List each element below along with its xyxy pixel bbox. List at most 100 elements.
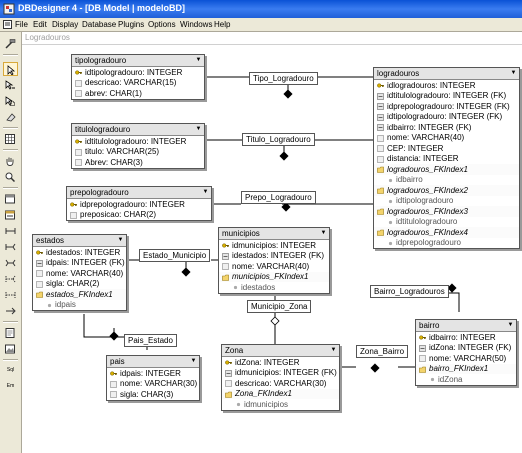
column-row[interactable]: nome: VARCHAR(40) — [374, 133, 519, 144]
column-row[interactable]: preposicao: CHAR(2) — [67, 210, 211, 221]
relation-label-prepo-logradouro[interactable]: Prepo_Logradouro — [241, 191, 316, 204]
menu-display[interactable]: Display — [52, 20, 78, 29]
menu-plugins[interactable]: Plugins — [118, 20, 144, 29]
column-row[interactable]: idtitulologradouro: INTEGER (FK) — [374, 91, 519, 102]
column-row[interactable]: abrev: CHAR(1) — [72, 88, 204, 99]
table-header[interactable]: Zona ▼ — [222, 345, 339, 357]
table-header[interactable]: municipios ▼ — [219, 228, 329, 240]
column-row[interactable]: sigla: CHAR(2) — [33, 279, 126, 290]
relation-1-1-sub-icon[interactable] — [3, 288, 18, 302]
column-row[interactable]: idlogradouros: INTEGER — [374, 80, 519, 91]
column-row[interactable]: nome: VARCHAR(30) — [107, 379, 199, 390]
column-row[interactable]: idmunicipios: INTEGER — [219, 240, 329, 251]
table-header[interactable]: titulologradouro ▼ — [72, 124, 204, 136]
column-row[interactable]: idtipologradouro: INTEGER — [72, 67, 204, 78]
column-row[interactable]: idestados: INTEGER — [33, 247, 126, 258]
column-row[interactable]: nome: VARCHAR(40) — [33, 268, 126, 279]
relation-n-m-icon[interactable] — [3, 256, 18, 270]
column-row[interactable]: idtitulologradouro: INTEGER — [72, 136, 204, 147]
relation-label-zona-bairro[interactable]: Zona_Bairro — [356, 345, 409, 358]
relation-label-titulo-logradouro[interactable]: Titulo_Logradouro — [242, 133, 315, 146]
index-column-row[interactable]: idpais — [33, 300, 126, 311]
relation-arrow-icon[interactable] — [3, 304, 18, 318]
dictionary-button[interactable]: Em — [3, 380, 18, 394]
collapse-toggle-icon[interactable]: ▼ — [330, 347, 337, 353]
pointer-icon[interactable] — [3, 62, 18, 76]
model-canvas[interactable]: Logradouros Tipo_Logradouro Titulo_Logra… — [22, 32, 522, 453]
hammer-icon[interactable] — [3, 37, 18, 51]
column-row[interactable]: idZona: INTEGER (FK) — [416, 343, 516, 354]
column-row[interactable]: idpais: INTEGER (FK) — [33, 258, 126, 269]
table-estados[interactable]: estados ▼ idestados: INTEGER idpais: INTEGE… — [32, 234, 127, 311]
index-row[interactable]: bairro_FKIndex1 — [416, 363, 516, 374]
relation-1-1-icon[interactable] — [3, 224, 18, 238]
table-header[interactable]: bairro ▼ — [416, 320, 516, 332]
grid-icon[interactable] — [3, 132, 18, 146]
table-pais[interactable]: pais ▼ idpais: INTEGER nome: VARCHAR(30) sig… — [106, 355, 200, 401]
column-row[interactable]: CEP: INTEGER — [374, 143, 519, 154]
index-row[interactable]: municipios_FKIndex1 — [219, 271, 329, 282]
index-row[interactable]: estados_FKIndex1 — [33, 289, 126, 300]
table-header[interactable]: estados ▼ — [33, 235, 126, 247]
column-row[interactable]: descricao: VARCHAR(30) — [222, 378, 339, 389]
note-icon[interactable] — [3, 326, 18, 340]
table-titulologradouro[interactable]: titulologradouro ▼ idtitulologradouro: INT… — [71, 123, 205, 169]
document-icon[interactable] — [3, 20, 12, 29]
column-row[interactable]: idZona: INTEGER — [222, 357, 339, 368]
table-zona[interactable]: Zona ▼ idZona: INTEGER idmunicipios: INTEGE… — [221, 344, 340, 411]
column-row[interactable]: nome: VARCHAR(50) — [416, 353, 516, 364]
menu-windows[interactable]: Windows — [180, 20, 212, 29]
index-column-row[interactable]: idestados — [219, 282, 329, 293]
index-column-row[interactable]: idmunicipios — [222, 399, 339, 410]
collapse-toggle-icon[interactable]: ▼ — [195, 57, 202, 63]
index-column-row[interactable]: idbairro — [374, 175, 519, 186]
relation-label-estado-municipio[interactable]: Estado_Municipio — [139, 249, 211, 262]
index-row[interactable]: logradouros_FKIndex1 — [374, 164, 519, 175]
relation-label-bairro-logradouros[interactable]: Bairro_Logradouros — [370, 285, 449, 298]
column-row[interactable]: sigla: CHAR(3) — [107, 389, 199, 400]
relation-1-n-sub-icon[interactable] — [3, 272, 18, 286]
table-municipios[interactable]: municipios ▼ idmunicipios: INTEGER idestado… — [218, 227, 330, 294]
table-header[interactable]: prepologradouro ▼ — [67, 187, 211, 199]
column-row[interactable]: idtipologradouro: INTEGER (FK) — [374, 112, 519, 123]
table-header[interactable]: logradouros ▼ — [374, 68, 519, 80]
column-row[interactable]: idmunicipios: INTEGER (FK) — [222, 368, 339, 379]
select-area-icon[interactable] — [3, 94, 18, 108]
collapse-toggle-icon[interactable]: ▼ — [117, 237, 124, 243]
collapse-toggle-icon[interactable]: ▼ — [320, 230, 327, 236]
hand-icon[interactable] — [3, 154, 18, 168]
relation-label-municipio-zona[interactable]: Municipio_Zona — [247, 300, 312, 313]
table-tipologradouro[interactable]: tipologradouro ▼ idtipologradouro: INTEGER… — [71, 54, 205, 100]
collapse-toggle-icon[interactable]: ▼ — [507, 322, 514, 328]
index-row[interactable]: Zona_FKIndex1 — [222, 388, 339, 399]
table-prepologradouro[interactable]: prepologradouro ▼ idprepologradouro: INTEG… — [66, 186, 212, 221]
index-row[interactable]: logradouros_FKIndex4 — [374, 227, 519, 238]
table-header[interactable]: tipologradouro ▼ — [72, 55, 204, 67]
move-icon[interactable] — [3, 78, 18, 92]
index-row[interactable]: logradouros_FKIndex3 — [374, 206, 519, 217]
index-column-row[interactable]: idZona — [416, 374, 516, 385]
column-row[interactable]: distancia: INTEGER — [374, 154, 519, 165]
index-column-row[interactable]: idprepologradouro — [374, 238, 519, 249]
menu-options[interactable]: Options — [148, 20, 176, 29]
column-row[interactable]: descricao: VARCHAR(15) — [72, 78, 204, 89]
column-row[interactable]: titulo: VARCHAR(25) — [72, 147, 204, 158]
collapse-toggle-icon[interactable]: ▼ — [510, 70, 517, 76]
eraser-icon[interactable] — [3, 110, 18, 124]
column-row[interactable]: nome: VARCHAR(40) — [219, 261, 329, 272]
column-row[interactable]: idpais: INTEGER — [107, 368, 199, 379]
table-icon[interactable] — [3, 192, 18, 206]
column-row[interactable]: idprepologradouro: INTEGER (FK) — [374, 101, 519, 112]
menu-edit[interactable]: Edit — [33, 20, 47, 29]
relation-label-tipo-logradouro[interactable]: Tipo_Logradouro — [249, 72, 318, 85]
index-column-row[interactable]: idtipologradouro — [374, 196, 519, 207]
relation-1-n-icon[interactable] — [3, 240, 18, 254]
table-logradouros[interactable]: logradouros ▼ idlogradouros: INTEGER idtitu… — [373, 67, 520, 249]
collapse-toggle-icon[interactable]: ▼ — [190, 358, 197, 364]
column-row[interactable]: idbairro: INTEGER — [416, 332, 516, 343]
column-row[interactable]: idbairro: INTEGER (FK) — [374, 122, 519, 133]
index-row[interactable]: logradouros_FKIndex2 — [374, 185, 519, 196]
collapse-toggle-icon[interactable]: ▼ — [202, 189, 209, 195]
index-column-row[interactable]: idtitulologradouro — [374, 217, 519, 228]
collapse-toggle-icon[interactable]: ▼ — [195, 126, 202, 132]
